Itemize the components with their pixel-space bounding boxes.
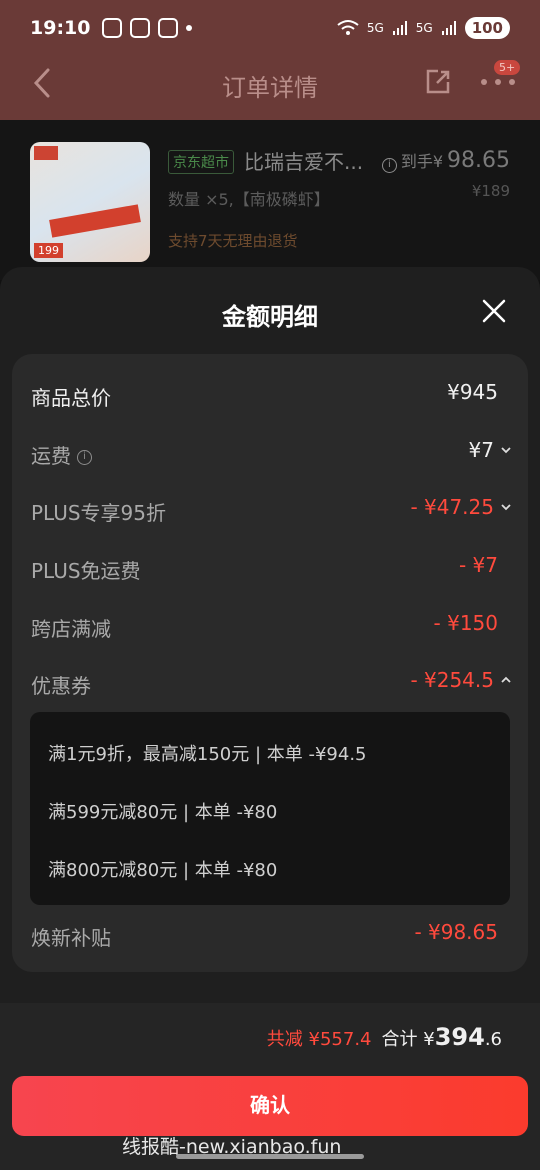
thumbnail-price: 199 bbox=[34, 243, 63, 258]
wifi-icon bbox=[337, 20, 359, 35]
row-renewal-subsidy: 焕新补贴 - ¥98.65 bbox=[31, 920, 498, 950]
shipping-info-icon[interactable]: i bbox=[77, 450, 92, 465]
share-icon[interactable] bbox=[424, 68, 452, 96]
coupon-item: 满800元减80元 | 本单 -¥80 bbox=[48, 860, 278, 881]
message-badge: 5+ bbox=[494, 60, 521, 75]
confirm-button[interactable]: 确认 bbox=[12, 1076, 528, 1136]
wechat-icon bbox=[130, 18, 151, 38]
coupon-list: 满1元9折，最高减150元 | 本单 -¥94.5 满599元减80元 | 本单… bbox=[30, 712, 510, 905]
notification-app-icon bbox=[102, 18, 123, 38]
store-tag: 京东超市 bbox=[168, 150, 234, 174]
row-subtotal: 商品总价 ¥945 bbox=[31, 380, 498, 410]
row-shipping[interactable]: 运费 i ¥7 bbox=[12, 434, 528, 474]
total-saved: 共减 ¥557.4 bbox=[266, 1029, 372, 1050]
page-title: 订单详情 bbox=[222, 74, 318, 102]
signal-2-label: 5G bbox=[415, 21, 433, 35]
amount-card: 商品总价 ¥945 运费 i ¥7 PLUS专享95折 - ¥47.25 PLUS… bbox=[12, 354, 528, 972]
sheet-title: 金额明细 bbox=[222, 303, 318, 331]
nav-bar: 订单详情 5+ bbox=[0, 56, 540, 112]
signal-2-icon bbox=[441, 21, 456, 35]
product-quantity: 数量 ×5,【南极磷虾】 bbox=[168, 190, 330, 209]
total-amount: 合计 ¥394.6 bbox=[381, 1023, 502, 1051]
more-notifications-dot bbox=[186, 25, 193, 31]
row-plus-free-shipping: PLUS免运费 - ¥7 bbox=[31, 553, 498, 583]
final-price: i 到手¥ 98.65 bbox=[376, 148, 510, 173]
bottom-bar: 共减 ¥557.4 合计 ¥394.6 确认 线报酷-new.xianbao.f… bbox=[0, 1003, 540, 1170]
top-header: 19:10 5G 5G 100 订单详情 5+ bbox=[0, 0, 540, 120]
product-thumbnail[interactable]: 199 bbox=[30, 142, 150, 262]
chevron-down-icon[interactable] bbox=[500, 444, 512, 456]
row-plus-discount[interactable]: PLUS专享95折 - ¥47.25 bbox=[12, 491, 528, 531]
status-bar: 19:10 5G 5G 100 bbox=[0, 0, 540, 56]
more-icon[interactable] bbox=[478, 72, 518, 92]
chevron-up-icon[interactable] bbox=[500, 674, 512, 686]
signal-1-label: 5G bbox=[366, 21, 384, 35]
product-row[interactable]: 199 京东超市 比瑞吉爱不... 数量 ×5,【南极磷虾】 支持7天无理由退货… bbox=[0, 120, 540, 280]
service-note: 支持7天无理由退货 bbox=[168, 232, 298, 250]
scan-icon bbox=[158, 18, 179, 38]
status-time: 19:10 bbox=[30, 17, 91, 39]
coupon-item: 满1元9折，最高减150元 | 本单 -¥94.5 bbox=[48, 744, 367, 765]
coupon-item: 满599元减80元 | 本单 -¥80 bbox=[48, 802, 278, 823]
row-coupons[interactable]: 优惠券 - ¥254.5 bbox=[12, 664, 528, 704]
signal-1-icon bbox=[392, 21, 407, 35]
close-icon[interactable] bbox=[480, 297, 508, 325]
totals: 共减 ¥557.4 合计 ¥394.6 bbox=[267, 1023, 502, 1051]
battery-indicator: 100 bbox=[464, 17, 510, 39]
chevron-down-icon[interactable] bbox=[500, 501, 512, 513]
home-indicator[interactable] bbox=[176, 1154, 364, 1159]
product-name[interactable]: 比瑞吉爱不... bbox=[244, 146, 363, 175]
original-price: ¥189 bbox=[471, 182, 510, 200]
row-cross-store: 跨店满减 - ¥150 bbox=[31, 611, 498, 641]
info-icon[interactable]: i bbox=[381, 158, 397, 173]
